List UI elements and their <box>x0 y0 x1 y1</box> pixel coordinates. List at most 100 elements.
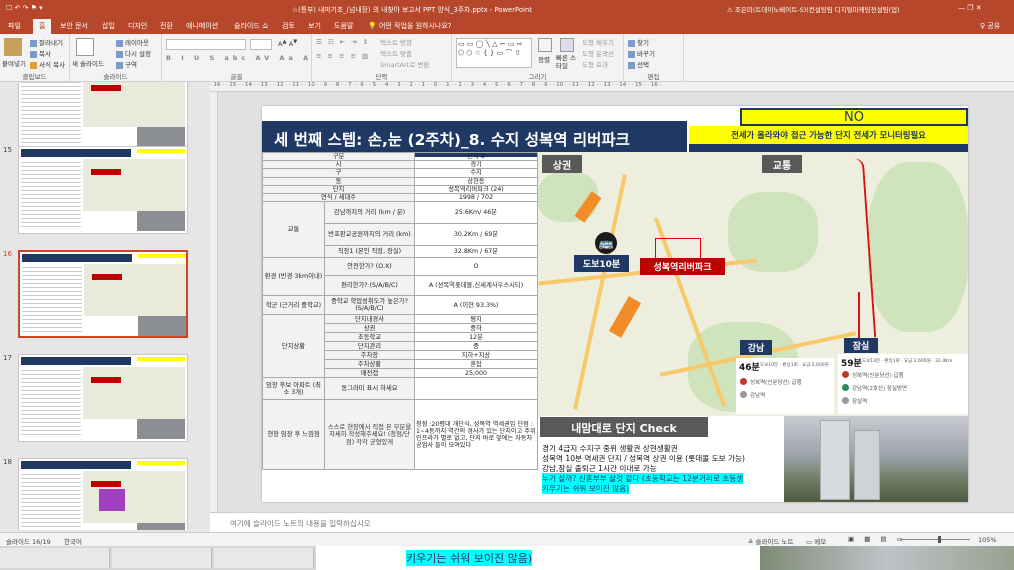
taskbar-item[interactable] <box>0 548 110 568</box>
arrange-icon[interactable] <box>538 38 552 52</box>
slide-thumbnail-selected[interactable] <box>18 250 188 338</box>
table-row-label: 연식 / 세대수 <box>262 193 415 203</box>
table-row-label: 시 <box>262 160 415 170</box>
select-button[interactable]: 선택 <box>628 59 649 69</box>
shape-outline-button[interactable]: 도형 윤곽선 <box>582 48 614 58</box>
table-group-label: 단지상황 <box>262 314 325 379</box>
shape-fill-button[interactable]: 도형 채우기 <box>582 37 614 47</box>
new-slide-icon[interactable] <box>76 38 94 56</box>
layout-button[interactable]: 레이아웃 <box>116 37 149 47</box>
arrange-button[interactable]: 정렬 <box>538 54 550 64</box>
new-slide-button[interactable]: 새 슬라이드 <box>72 58 104 68</box>
align-buttons[interactable]: ≡ ≡ ≡ ≡ ▥ <box>316 52 370 60</box>
slide-thumbnails-panel[interactable]: 15 16 17 18 <box>0 82 200 530</box>
taskbar-item[interactable] <box>112 548 212 568</box>
vertical-ruler <box>210 92 218 512</box>
tab-insert[interactable]: 삽입 <box>102 21 115 31</box>
zoom-level[interactable]: 105% <box>978 536 997 544</box>
tab-home[interactable]: 홈 <box>33 19 52 34</box>
tab-slideshow[interactable]: 슬라이드 쇼 <box>234 21 268 31</box>
font-size-box[interactable] <box>250 39 272 50</box>
tab-transitions[interactable]: 전환 <box>160 21 173 31</box>
commerce-label: 상권 <box>542 155 582 173</box>
table-cell: 경기 <box>414 160 538 170</box>
check-highlight-line: 키우기는 쉬워 보이진 않음) <box>542 483 630 494</box>
title-bar: ☐ ↶ ↷ ⚑ ▾ ☆(통부) 내마기초_(넘내장) 의 내찾아 보고서 PPT… <box>0 0 1014 18</box>
shape-effects-button[interactable]: 도형 효과 <box>582 59 608 69</box>
table-group-label: 현장 임장 후 느낌점 <box>262 399 325 471</box>
font-label: 글꼴 <box>230 73 243 81</box>
building-shape <box>854 430 880 500</box>
taskbar-item[interactable] <box>214 548 314 568</box>
notes-pane[interactable]: 여기에 슬라이드 노트의 내용을 입력하십시오 <box>210 512 1014 532</box>
paste-button[interactable]: 붙여넣기 <box>2 58 26 68</box>
zoom-slider[interactable] <box>900 539 970 540</box>
clipboard-label: 클립보드 <box>22 73 47 81</box>
gangnam-station-2: 강남역 <box>750 393 766 399</box>
list-buttons[interactable]: ☰ ☷ ⇤ ⇥ ↕ <box>316 38 370 46</box>
window-controls[interactable]: — ❐ ✕ <box>958 4 982 12</box>
tab-file[interactable]: 파일 <box>8 21 21 31</box>
tab-help[interactable]: 도움말 <box>334 21 353 31</box>
replace-button[interactable]: 바꾸기 <box>628 48 655 58</box>
view-buttons[interactable]: ▣ ▦ ▤ ▭ <box>848 535 907 543</box>
tab-design[interactable]: 디자인 <box>128 21 147 31</box>
slide-thumbnail[interactable] <box>18 146 188 234</box>
tab-animations[interactable]: 애니메이션 <box>186 21 218 31</box>
tell-me-search[interactable]: 💡 어떤 작업을 원하시나요? <box>368 21 452 31</box>
table-row-label: 안전한가? (O.X) <box>324 257 415 277</box>
comments-toggle[interactable]: ▭ 메모 <box>806 536 826 546</box>
font-group: A▲ A▼ B I U S abc AV Aa A 글꼴 <box>162 34 312 82</box>
paste-icon[interactable] <box>4 38 22 56</box>
check-title: 내맘대로 단지 Check <box>540 417 708 437</box>
smartart-button[interactable]: SmartArt로 변환 <box>380 59 429 69</box>
share-button[interactable]: ♀ 공유 <box>980 21 1000 31</box>
tab-secure-doc[interactable]: 보안 문서 <box>60 21 88 31</box>
preview-text: 키우기는 쉬워 보이진 않음) <box>406 550 533 566</box>
language-indicator[interactable]: 한국어 <box>64 536 82 546</box>
table-row-label: 단지내경사 <box>324 314 415 325</box>
table-row-label: 매전갭 <box>324 368 415 379</box>
table-cell: 단지 8 <box>414 151 538 162</box>
align-text-button[interactable]: 텍스트 맞춤 <box>380 48 412 58</box>
copy-button[interactable]: 복사 <box>30 48 51 58</box>
status-bar: 슬라이드 16/19 한국어 ≙ 슬라이드 노트 ▭ 메모 ▣ ▦ ▤ ▭ 10… <box>0 532 1014 546</box>
slides-group: 새 슬라이드 레이아웃 다시 설정 구역 슬라이드 <box>70 34 162 82</box>
account-warning[interactable]: ⚠ 조은미(트데이노베이트-S)(컨설팅팀 디지털마케팅전설팀(업) <box>727 4 900 14</box>
notes-toggle[interactable]: ≙ 슬라이드 노트 <box>748 536 793 546</box>
jamsil-minutes: 59분 <box>841 359 862 369</box>
text-direction-button[interactable]: 텍스트 방향 <box>380 37 412 47</box>
cut-button[interactable]: 잘라내기 <box>30 37 63 47</box>
tab-review[interactable]: 검토 <box>282 21 295 31</box>
subway-icon <box>740 391 747 398</box>
slide-thumbnail[interactable] <box>18 354 188 442</box>
quick-styles-icon[interactable] <box>560 38 574 52</box>
table-row-label: 반포판교공원까지의 거리 (km) <box>324 223 415 247</box>
preview-window[interactable]: 키우기는 쉬워 보이진 않음) <box>316 546 766 570</box>
tab-view[interactable]: 보기 <box>308 21 321 31</box>
font-name-box[interactable] <box>166 39 246 50</box>
table-row-label: 강남까지의 거리 (km / 분) <box>324 201 415 225</box>
drawing-group: ▭ ▭ ◯ ╲ △ ⌐ ▭ ⇨ ⬠ ⬡ ☆ { } ▭ ⌒ ⇧ 정렬 빠른 스타일… <box>452 34 624 82</box>
map-green-area <box>868 162 968 332</box>
quick-styles-button[interactable]: 빠른 스타일 <box>556 54 578 70</box>
zoom-slider-thumb[interactable] <box>938 536 941 543</box>
quick-access-toolbar[interactable]: ☐ ↶ ↷ ⚑ ▾ <box>6 4 43 12</box>
table-cell: 수지 <box>414 168 538 178</box>
reset-button[interactable]: 다시 설정 <box>116 48 151 58</box>
table-cell <box>414 377 538 401</box>
font-style-buttons[interactable]: B I U S abc AV Aa A <box>166 54 312 62</box>
slide[interactable]: 세 번째 스텝: 손,눈 (2주차)_8. 수지 성복역 리버파크 NO 전세가… <box>262 106 968 502</box>
slide-thumbnail[interactable] <box>18 458 188 530</box>
slide-thumbnail[interactable] <box>18 82 188 150</box>
grow-font-icon[interactable]: A▲ A▼ <box>278 39 297 48</box>
jamsil-route-detail: 도보13분 · 환승1회 · 요금 2,600원 · 32.4Km <box>862 359 953 364</box>
subway-icon <box>842 384 849 391</box>
table-cell: 1998 / 702 <box>414 193 538 203</box>
table-row-label: 주차장 <box>324 350 415 361</box>
ribbon: 붙여넣기 잘라내기 복사 서식 복사 클립보드 새 슬라이드 레이아웃 다시 설… <box>0 34 1014 82</box>
find-button[interactable]: 찾기 <box>628 37 649 47</box>
section-button[interactable]: 구역 <box>116 59 137 69</box>
format-painter-button[interactable]: 서식 복사 <box>30 59 65 69</box>
shapes-gallery[interactable]: ▭ ▭ ◯ ╲ △ ⌐ ▭ ⇨ ⬠ ⬡ ☆ { } ▭ ⌒ ⇧ <box>456 38 532 68</box>
